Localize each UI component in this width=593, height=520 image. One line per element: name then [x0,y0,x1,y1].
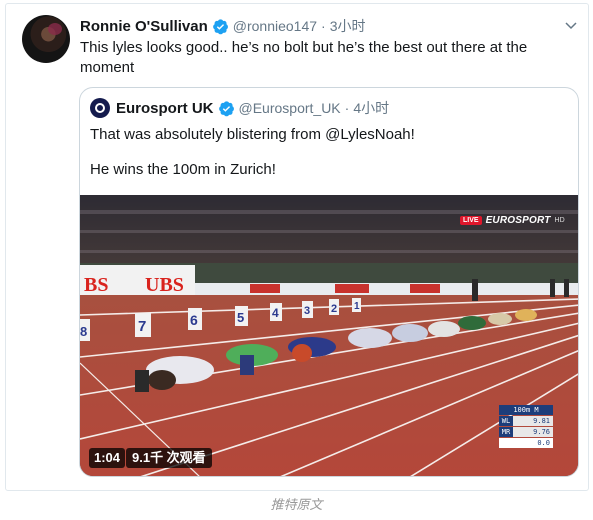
author-name[interactable]: Ronnie O'Sullivan [80,18,208,35]
separator: · [344,100,350,116]
scoreboard-key: WL [499,416,513,426]
eurosport-logo: EUROSPORT [485,215,551,226]
lane-number-3: 3 [304,305,310,317]
view-count: 9.1千 次观看 [126,448,212,468]
author-handle[interactable]: @ronnieo147 [233,18,317,34]
tweet-card: Ronnie O'Sullivan @ronnieo147 · 3小时 This… [5,3,589,491]
quoted-text-line-2: He wins the 100m in Zurich! [90,161,276,178]
verified-icon [212,18,228,34]
svg-text:BS: BS [84,274,108,296]
scoreboard-title: 100m M [499,405,553,415]
chevron-down-icon[interactable] [564,18,578,32]
hd-badge: HD [554,217,565,224]
scoreboard-key: MR [499,427,513,437]
sponsor-label: UBS [145,274,184,296]
quoted-time[interactable]: 4小时 [353,98,389,118]
scoreboard-row: WL 9.81 [499,416,553,426]
quoted-tweet[interactable]: Eurosport UK @Eurosport_UK · 4小时 That wa… [79,87,579,477]
lane-number-7: 7 [138,318,146,335]
video-player[interactable]: BS UBS 8 7 6 5 4 3 2 1 LIVE EUROSPORT HD… [80,195,578,476]
quoted-text-line-1: That was absolutely blistering from @Lyl… [90,126,415,143]
results-scoreboard: 100m M WL 9.81 MR 9.76 0.0 [499,405,553,448]
video-duration: 1:04 [89,448,126,468]
scoreboard-row: MR 9.76 [499,427,553,437]
avatar-highlight [48,23,62,35]
lane-number-8: 8 [80,324,87,339]
image-caption: 推特原文 [270,497,323,512]
avatar[interactable] [22,15,70,63]
tweet-text: This lyles looks good.. he’s no bolt but… [80,39,528,76]
eurosport-avatar[interactable] [90,98,110,118]
lane-number-4: 4 [272,306,279,320]
lane-number-6: 6 [190,312,198,328]
scoreboard-value: 9.81 [513,416,553,426]
quoted-author-name[interactable]: Eurosport UK [116,100,214,117]
tweet-time[interactable]: 3小时 [330,16,366,36]
scoreboard-extra: 0.0 [499,438,553,448]
verified-icon [218,100,234,116]
lane-number-1: 1 [354,301,360,312]
live-badge: LIVE [460,216,482,225]
quoted-header: Eurosport UK @Eurosport_UK · 4小时 [90,98,389,118]
scoreboard-value: 9.76 [513,427,553,437]
broadcaster-logo: LIVE EUROSPORT HD [460,215,565,226]
quoted-author-handle[interactable]: @Eurosport_UK [239,100,341,116]
tweet-header: Ronnie O'Sullivan @ronnieo147 · 3小时 [80,16,366,36]
lane-number-5: 5 [237,310,244,325]
lane-number-2: 2 [331,303,337,315]
separator: · [321,18,326,34]
